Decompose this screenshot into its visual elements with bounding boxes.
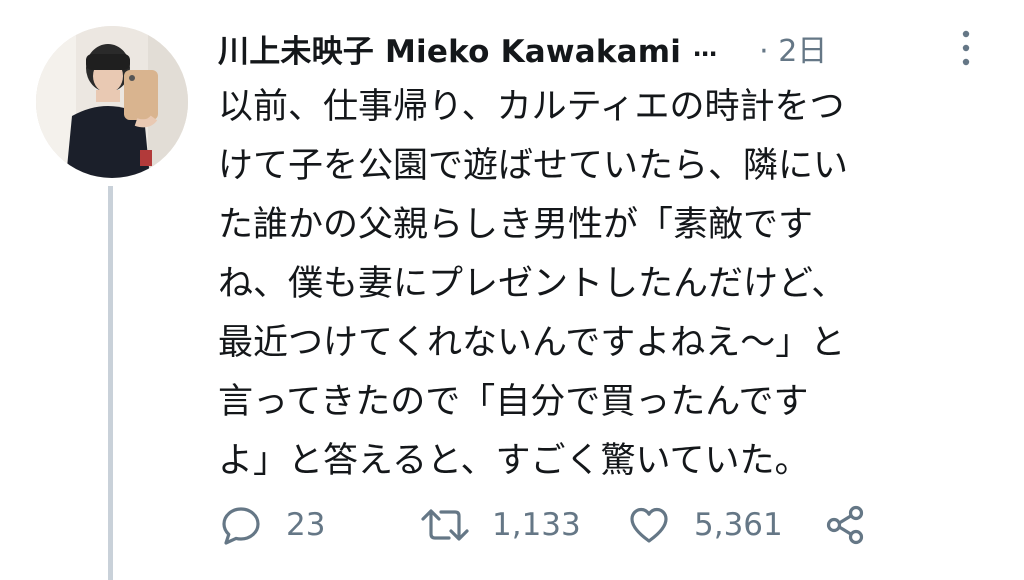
vertical-more-icon[interactable] bbox=[958, 28, 974, 68]
retweet-button[interactable]: 1,133 bbox=[420, 500, 581, 550]
display-name[interactable]: 川上未映子 Mieko Kawakami bbox=[218, 26, 681, 71]
share-icon bbox=[826, 505, 864, 545]
tweet-header: 川上未映子 Mieko Kawakami … · 2日 bbox=[218, 26, 998, 70]
tweet[interactable]: 川上未映子 Mieko Kawakami … · 2日 以前、仕事帰り、カルティ… bbox=[0, 0, 1024, 580]
share-button[interactable] bbox=[822, 500, 868, 550]
retweet-count: 1,133 bbox=[492, 507, 581, 543]
timestamp[interactable]: · 2日 bbox=[759, 26, 827, 70]
tweet-text: 以前、仕事帰り、カルティエの時計をつ けて子を公園で遊ばせていたら、隣にい た誰… bbox=[218, 87, 849, 481]
reply-bubble-icon bbox=[222, 507, 260, 545]
name-truncation: … bbox=[693, 34, 718, 62]
heart-icon bbox=[630, 507, 668, 543]
reply-button[interactable]: 23 bbox=[218, 500, 325, 550]
avatar[interactable] bbox=[36, 26, 188, 178]
retweet-arrows-icon bbox=[421, 509, 469, 541]
avatar-image bbox=[36, 26, 188, 178]
thread-line bbox=[108, 186, 113, 580]
like-button[interactable]: 5,361 bbox=[626, 500, 783, 550]
action-bar: 23 1,133 5,361 bbox=[218, 500, 918, 550]
reply-count: 23 bbox=[286, 507, 326, 543]
like-count: 5,361 bbox=[694, 507, 783, 543]
